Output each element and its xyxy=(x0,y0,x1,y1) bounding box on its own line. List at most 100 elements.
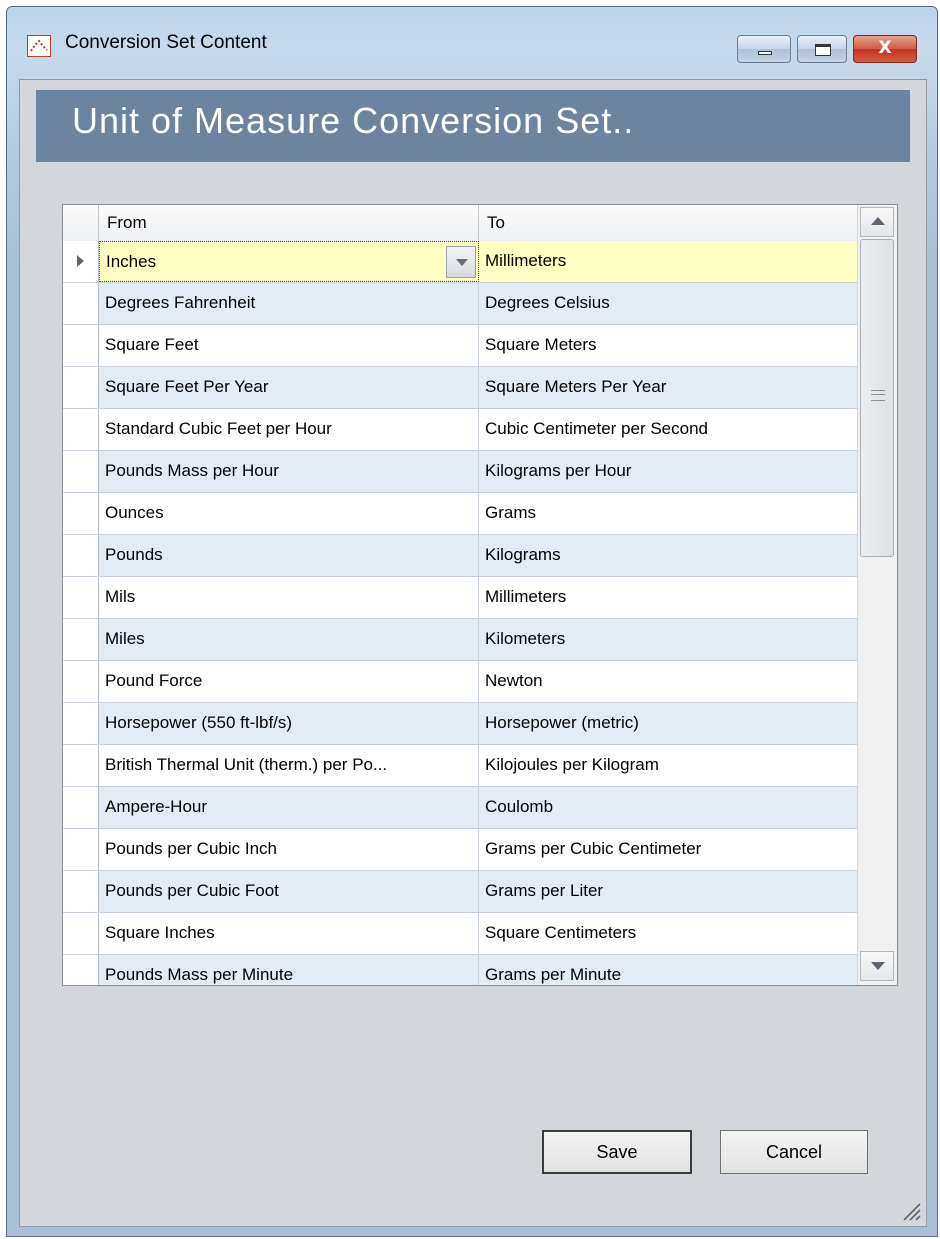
row-selector[interactable] xyxy=(63,493,99,534)
maximize-button[interactable] xyxy=(797,35,847,63)
maximize-icon xyxy=(815,44,831,56)
scroll-thumb[interactable] xyxy=(860,239,894,557)
table-row[interactable]: Standard Cubic Feet per Hour Cubic Centi… xyxy=(63,409,857,451)
to-cell[interactable]: Grams per Cubic Centimeter xyxy=(479,829,857,870)
cancel-button[interactable]: Cancel xyxy=(720,1130,868,1174)
table-row[interactable]: Pounds per Cubic Inch Grams per Cubic Ce… xyxy=(63,829,857,871)
from-cell[interactable]: Pounds xyxy=(99,535,479,576)
resize-grip-icon[interactable] xyxy=(900,1200,922,1222)
column-header-label: From xyxy=(107,213,147,232)
row-selector[interactable] xyxy=(63,955,99,985)
vertical-scrollbar[interactable] xyxy=(857,205,897,985)
title-bar[interactable]: Conversion Set Content X xyxy=(7,7,937,77)
cell-value: Pounds per Cubic Foot xyxy=(105,881,279,900)
column-header-from[interactable]: From xyxy=(99,205,479,241)
row-selector[interactable] xyxy=(63,409,99,450)
from-cell[interactable]: Horsepower (550 ft-lbf/s) xyxy=(99,703,479,744)
cell-value: Kilograms xyxy=(485,545,561,564)
cell-value: Square Feet xyxy=(105,335,199,354)
to-cell[interactable]: Millimeters xyxy=(479,241,857,282)
cell-value: Square Meters xyxy=(485,335,597,354)
to-cell[interactable]: Grams per Liter xyxy=(479,871,857,912)
to-cell[interactable]: Horsepower (metric) xyxy=(479,703,857,744)
close-button[interactable]: X xyxy=(853,35,917,63)
row-selector[interactable] xyxy=(63,535,99,576)
from-cell[interactable]: Square Inches xyxy=(99,913,479,954)
row-selector[interactable] xyxy=(63,703,99,744)
to-cell[interactable]: Square Centimeters xyxy=(479,913,857,954)
row-selector[interactable] xyxy=(63,913,99,954)
table-row[interactable]: Miles Kilometers xyxy=(63,619,857,661)
row-selector[interactable] xyxy=(63,661,99,702)
row-selector[interactable] xyxy=(63,451,99,492)
to-cell[interactable]: Kilometers xyxy=(479,619,857,660)
table-row[interactable]: Square Feet Square Meters xyxy=(63,325,857,367)
table-row[interactable]: Ampere-Hour Coulomb xyxy=(63,787,857,829)
row-selector[interactable] xyxy=(63,241,99,282)
cell-value: Miles xyxy=(105,629,145,648)
to-cell[interactable]: Millimeters xyxy=(479,577,857,618)
row-selector[interactable] xyxy=(63,871,99,912)
row-selector[interactable] xyxy=(63,619,99,660)
table-row[interactable]: British Thermal Unit (therm.) per Po... … xyxy=(63,745,857,787)
from-cell[interactable]: Pounds Mass per Minute xyxy=(99,955,479,985)
from-cell[interactable]: Inches xyxy=(99,241,479,282)
from-cell[interactable]: Pounds per Cubic Foot xyxy=(99,871,479,912)
table-row[interactable]: Pounds Kilograms xyxy=(63,535,857,577)
minimize-icon xyxy=(758,51,772,55)
scroll-up-button[interactable] xyxy=(860,207,894,237)
row-selector[interactable] xyxy=(63,745,99,786)
table-row[interactable]: Pounds per Cubic Foot Grams per Liter xyxy=(63,871,857,913)
from-cell[interactable]: Square Feet Per Year xyxy=(99,367,479,408)
to-cell[interactable]: Coulomb xyxy=(479,787,857,828)
to-cell[interactable]: Kilojoules per Kilogram xyxy=(479,745,857,786)
row-selector[interactable] xyxy=(63,325,99,366)
cell-value: Pound Force xyxy=(105,671,203,690)
cell-value: Pounds xyxy=(105,545,163,564)
save-button[interactable]: Save xyxy=(542,1130,692,1174)
to-cell[interactable]: Square Meters xyxy=(479,325,857,366)
table-row[interactable]: Mils Millimeters xyxy=(63,577,857,619)
from-cell[interactable]: Square Feet xyxy=(99,325,479,366)
to-cell[interactable]: Kilograms per Hour xyxy=(479,451,857,492)
table-row[interactable]: Square Feet Per Year Square Meters Per Y… xyxy=(63,367,857,409)
from-cell[interactable]: British Thermal Unit (therm.) per Po... xyxy=(99,745,479,786)
cell-value: Pounds per Cubic Inch xyxy=(105,839,277,858)
row-selector[interactable] xyxy=(63,829,99,870)
to-cell[interactable]: Grams xyxy=(479,493,857,534)
to-cell[interactable]: Degrees Celsius xyxy=(479,283,857,324)
to-cell[interactable]: Grams per Minute xyxy=(479,955,857,985)
table-row[interactable]: Horsepower (550 ft-lbf/s) Horsepower (me… xyxy=(63,703,857,745)
from-cell[interactable]: Standard Cubic Feet per Hour xyxy=(99,409,479,450)
to-cell[interactable]: Square Meters Per Year xyxy=(479,367,857,408)
row-selector[interactable] xyxy=(63,577,99,618)
table-row[interactable]: Square Inches Square Centimeters xyxy=(63,913,857,955)
from-cell[interactable]: Ounces xyxy=(99,493,479,534)
from-cell[interactable]: Degrees Fahrenheit xyxy=(99,283,479,324)
table-row[interactable]: Pounds Mass per Minute Grams per Minute xyxy=(63,955,857,985)
from-cell[interactable]: Ampere-Hour xyxy=(99,787,479,828)
minimize-button[interactable] xyxy=(737,35,791,63)
cell-value: Square Inches xyxy=(105,923,215,942)
row-selector[interactable] xyxy=(63,283,99,324)
table-row[interactable]: Pound Force Newton xyxy=(63,661,857,703)
table-row[interactable]: Inches Millimeters xyxy=(63,241,857,283)
table-row[interactable]: Ounces Grams xyxy=(63,493,857,535)
cell-value: Horsepower (metric) xyxy=(485,713,639,732)
from-cell[interactable]: Pounds per Cubic Inch xyxy=(99,829,479,870)
to-cell[interactable]: Kilograms xyxy=(479,535,857,576)
column-header-label: To xyxy=(487,213,505,232)
column-header-to[interactable]: To xyxy=(479,205,857,241)
unit-dropdown-button[interactable] xyxy=(446,246,476,278)
from-cell[interactable]: Pounds Mass per Hour xyxy=(99,451,479,492)
from-cell[interactable]: Mils xyxy=(99,577,479,618)
row-selector[interactable] xyxy=(63,787,99,828)
scroll-down-button[interactable] xyxy=(860,951,894,981)
from-cell[interactable]: Pound Force xyxy=(99,661,479,702)
to-cell[interactable]: Cubic Centimeter per Second xyxy=(479,409,857,450)
to-cell[interactable]: Newton xyxy=(479,661,857,702)
table-row[interactable]: Pounds Mass per Hour Kilograms per Hour xyxy=(63,451,857,493)
from-cell[interactable]: Miles xyxy=(99,619,479,660)
table-row[interactable]: Degrees Fahrenheit Degrees Celsius xyxy=(63,283,857,325)
row-selector[interactable] xyxy=(63,367,99,408)
